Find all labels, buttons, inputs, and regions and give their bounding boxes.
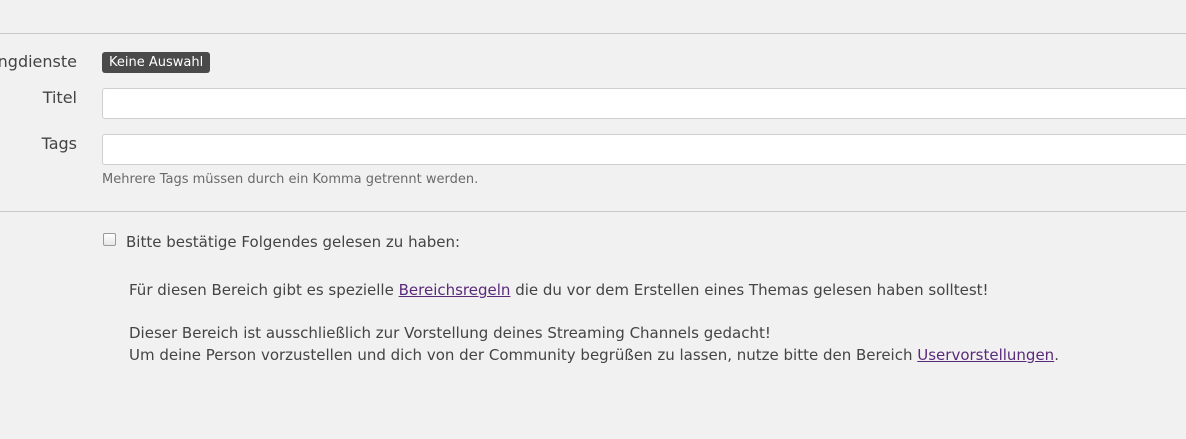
tags-input[interactable]: [102, 134, 1186, 165]
services-selection-chip[interactable]: Keine Auswahl: [102, 52, 211, 73]
tags-hint: Mehrere Tags müssen durch ein Komma getr…: [102, 172, 479, 187]
tags-label: Tags: [41, 134, 77, 153]
bereichsregeln-link[interactable]: Bereichsregeln: [399, 281, 511, 299]
rules-text: die du vor dem Erstellen eines Themas ge…: [510, 281, 989, 299]
rules-paragraph-3: Um deine Person vorzustellen und dich vo…: [129, 344, 1059, 366]
confirm-label: Bitte bestätige Folgendes gelesen zu hab…: [126, 233, 461, 251]
title-label: Titel: [42, 88, 77, 107]
rules-text: .: [1054, 346, 1059, 364]
rules-paragraph-2: Dieser Bereich ist ausschließlich zur Vo…: [129, 324, 771, 342]
section-divider: [0, 211, 1186, 212]
uservorstellungen-link[interactable]: Uservorstellungen: [917, 346, 1054, 364]
title-input[interactable]: [102, 88, 1186, 119]
top-divider: [0, 33, 1186, 34]
rules-text: Für diesen Bereich gibt es spezielle: [129, 281, 399, 299]
rules-paragraph-1: Für diesen Bereich gibt es spezielle Ber…: [129, 279, 989, 301]
services-label: ngdienste: [0, 52, 77, 71]
rules-text: Um deine Person vorzustellen und dich vo…: [129, 346, 918, 364]
confirm-checkbox[interactable]: [103, 233, 116, 246]
